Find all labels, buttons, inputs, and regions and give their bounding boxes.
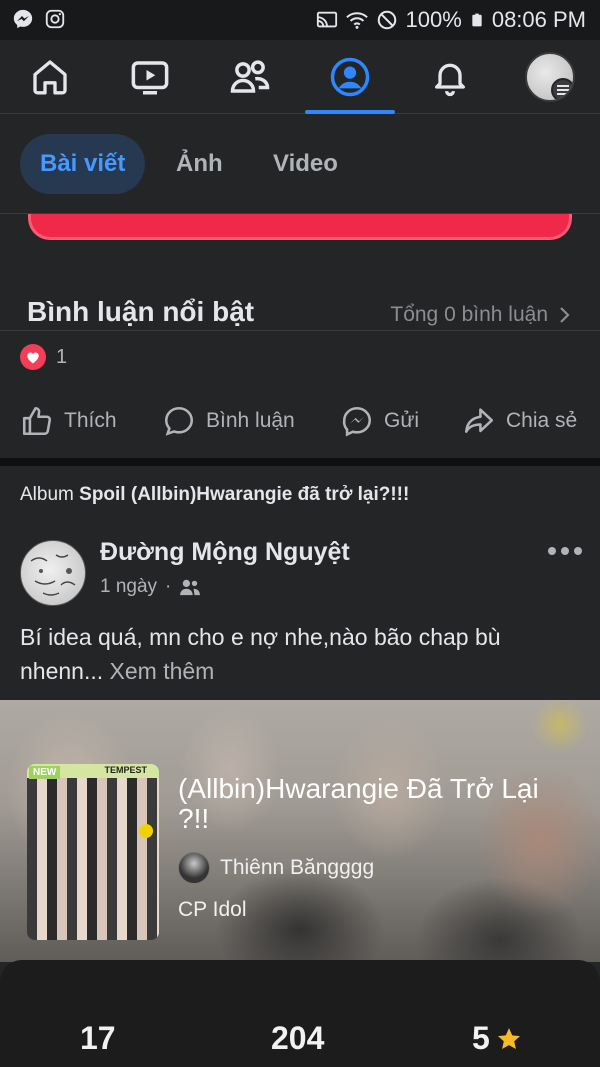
story-category: CP Idol [178, 898, 247, 921]
divider [0, 330, 600, 331]
wifi-icon [345, 12, 368, 29]
thumbs-up-icon [22, 406, 52, 436]
story-author-avatar [178, 852, 210, 884]
post-time: 1 ngày [100, 576, 158, 597]
story-stats-panel: 17 204 5 [0, 960, 600, 1067]
smiley-sticker-icon [139, 824, 153, 838]
album-name: Spoil (Allbin)Hwarangie đã trở lại?!!! [79, 484, 410, 505]
story-author[interactable]: Thiênn Băngggg [178, 852, 374, 884]
more-options-button[interactable] [548, 544, 584, 558]
stat-reads: 204 [271, 1020, 325, 1056]
share-button[interactable]: Chia sẻ [462, 404, 577, 438]
send-button[interactable]: Gửi [340, 404, 419, 438]
do-not-disturb-icon [377, 10, 396, 30]
top-nav-bar [0, 40, 600, 114]
reaction-summary[interactable]: 1 [20, 344, 67, 370]
post-actions: Thích Bình luận Gửi Chia sẻ [0, 398, 600, 446]
doodle-pattern [30, 554, 76, 596]
tab-videos[interactable]: Video [273, 134, 338, 194]
nav-watch[interactable] [120, 52, 180, 102]
like-label: Thích [64, 409, 117, 432]
stat-parts: 17 [80, 1020, 116, 1056]
story-title[interactable]: (Allbin)Hwarangie Đã Trở Lại ?!! [178, 774, 568, 834]
heart-reaction-icon [20, 344, 46, 370]
total-comments-label: Tổng 0 bình luận [390, 303, 548, 326]
bell-icon [435, 63, 465, 97]
story-cover[interactable]: NEW TEMPEST [27, 764, 159, 940]
messenger-icon [13, 9, 33, 29]
comment-label: Bình luận [206, 409, 295, 432]
profile-icon [330, 57, 370, 97]
post-body: Bí idea quá, mn cho e nợ nhe,nào bão cha… [20, 624, 501, 684]
nav-notifications[interactable] [420, 52, 480, 102]
nav-friends[interactable] [220, 52, 280, 102]
post-meta: 1 ngày · [100, 576, 201, 598]
menu-avatar[interactable] [525, 52, 575, 102]
home-icon [33, 60, 67, 95]
friends-icon [230, 60, 270, 93]
status-bar: 100% 08:06 PM [0, 0, 600, 40]
post-author-name[interactable]: Đường Mộng Nguyệt [100, 538, 350, 567]
highlight-comments-title: Bình luận nổi bật [27, 296, 255, 327]
total-comments-link[interactable]: Tổng 0 bình luận [390, 303, 570, 327]
post-text: Bí idea quá, mn cho e nợ nhe,nào bão cha… [20, 620, 585, 688]
like-button[interactable]: Thích [20, 404, 117, 438]
album-prefix: Album [20, 484, 74, 505]
tab-posts[interactable]: Bài viết [20, 134, 146, 194]
reaction-count: 1 [56, 345, 68, 368]
nav-home[interactable] [20, 52, 80, 102]
pink-banner-edge [28, 214, 572, 240]
meta-dot: · [165, 576, 172, 597]
album-header[interactable]: Album Spoil (Allbin)Hwarangie đã trở lại… [20, 484, 409, 506]
messenger-send-icon [342, 406, 372, 437]
battery-percent: 100% [405, 7, 462, 32]
comment-icon [164, 406, 194, 436]
star-icon [497, 1027, 520, 1049]
stat-rating: 5 [472, 1020, 522, 1057]
cover-brand: TEMPEST [104, 765, 147, 775]
post-separator [0, 458, 600, 466]
instagram-icon [45, 9, 65, 29]
share-icon [464, 408, 494, 433]
battery-icon [472, 13, 482, 27]
chevron-right-icon [560, 307, 570, 323]
tab-photos[interactable]: Ảnh [176, 134, 223, 194]
comment-button[interactable]: Bình luận [162, 404, 295, 438]
clock: 08:06 PM [491, 7, 586, 32]
post-author-avatar[interactable] [20, 540, 86, 606]
see-more-link[interactable]: Xem thêm [110, 658, 215, 684]
profile-tabs: Bài viết Ảnh Video [0, 114, 600, 214]
new-badge: NEW [29, 766, 61, 779]
watch-icon [131, 61, 169, 95]
stat-rating-value: 5 [472, 1020, 490, 1056]
friends-audience-icon [180, 579, 201, 596]
menu-icon [551, 78, 573, 100]
nav-profile[interactable] [320, 52, 380, 102]
send-label: Gửi [384, 409, 420, 432]
story-author-name: Thiênn Băngggg [220, 856, 375, 879]
share-label: Chia sẻ [506, 409, 578, 432]
cast-icon [316, 11, 337, 28]
